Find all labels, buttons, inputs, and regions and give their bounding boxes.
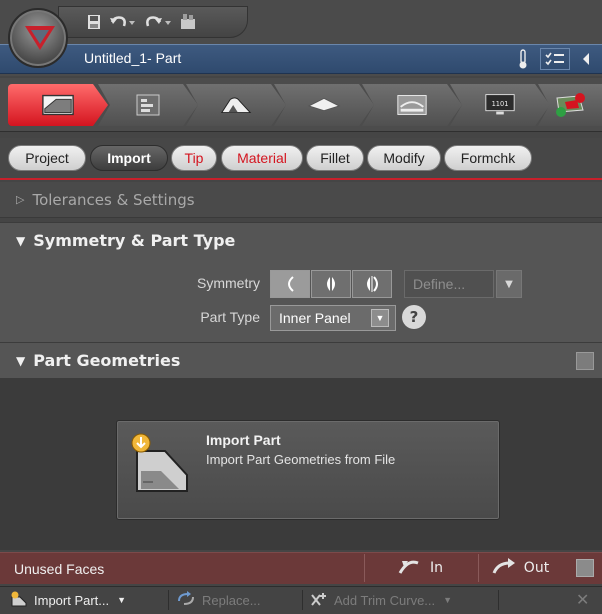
replace-icon <box>176 590 196 610</box>
redo-icon[interactable] <box>145 11 173 33</box>
section-tolerances-label: Tolerances & Settings <box>32 190 195 209</box>
symmetry-mirror-button[interactable] <box>352 270 392 298</box>
tab-import[interactable]: Import <box>90 145 168 171</box>
unused-faces-checkbox[interactable] <box>576 559 594 577</box>
collapse-triangle-icon: ▼ <box>16 353 26 368</box>
in-button[interactable]: In <box>364 554 476 582</box>
part-type-value: Inner Panel <box>279 310 351 326</box>
mirror-shape-icon <box>367 276 378 292</box>
section-geometries-label: Part Geometries <box>33 351 181 370</box>
thermometer-icon[interactable] <box>512 48 534 70</box>
divider <box>302 590 303 610</box>
chevron-down-icon: ▼ <box>117 595 127 605</box>
section-symmetry-label: Symmetry & Part Type <box>33 231 236 250</box>
out-button[interactable]: Out <box>478 554 562 582</box>
out-label: Out <box>523 560 550 576</box>
in-label: In <box>429 560 443 576</box>
simulation-label: 1101 <box>492 100 509 108</box>
define-select[interactable]: Define... <box>404 270 494 298</box>
collapse-left-icon[interactable] <box>576 48 596 70</box>
collapse-triangle-icon: ▼ <box>16 233 26 248</box>
replace-button[interactable]: Replace... <box>176 588 261 612</box>
chevron-down-icon: ▼ <box>371 309 389 327</box>
symmetry-label: Symmetry <box>197 275 260 291</box>
replace-label: Replace... <box>202 592 261 608</box>
tab-formchk[interactable]: Formchk <box>444 145 532 171</box>
trim-curve-icon <box>310 591 328 610</box>
die-face-icon <box>219 93 253 117</box>
divider <box>498 590 499 610</box>
stage-die-face[interactable] <box>186 84 286 126</box>
import-small-icon <box>10 591 28 610</box>
expand-triangle-icon: ▷ <box>16 193 25 206</box>
part-type-select[interactable]: Inner Panel ▼ <box>270 305 396 331</box>
part-setup-icon <box>41 93 75 117</box>
import-part-description: Import Part Geometries from File <box>206 452 396 467</box>
stage-blank[interactable] <box>98 84 198 126</box>
tab-modify[interactable]: Modify <box>367 145 441 171</box>
tab-material[interactable]: Material <box>221 145 303 171</box>
half-shape-icon <box>288 276 294 292</box>
import-part-title: Import Part <box>206 432 281 448</box>
addendum-icon <box>395 93 429 117</box>
simulation-icon: 1101 <box>483 93 517 117</box>
section-tolerances-header[interactable]: ▷ Tolerances & Settings <box>0 182 602 218</box>
checklist-icon[interactable] <box>540 48 570 70</box>
section-geometries-header[interactable]: ▼ Part Geometries <box>0 342 602 378</box>
part-type-label: Part Type <box>200 309 260 325</box>
split-shape-icon <box>327 277 335 291</box>
blank-icon <box>131 93 165 117</box>
stage-simulation[interactable]: 1101 <box>450 84 550 126</box>
divider <box>168 590 169 610</box>
quick-access-toolbar <box>58 6 248 38</box>
stage-addendum[interactable] <box>362 84 462 126</box>
binder-icon <box>307 93 341 117</box>
stage-binder[interactable] <box>274 84 374 126</box>
help-icon[interactable]: ? <box>402 305 426 329</box>
chevron-down-icon[interactable]: ▼ <box>496 270 522 298</box>
window-title: Untitled_1- Part <box>84 50 182 66</box>
arrow-out-icon <box>492 557 516 579</box>
section-toggle-checkbox[interactable] <box>576 352 594 370</box>
import-part-label: Import Part... <box>34 592 110 608</box>
import-part-dropdown[interactable]: Import Part... ▼ <box>10 588 126 612</box>
results-icon <box>553 93 587 117</box>
stage-part-setup[interactable] <box>8 84 108 126</box>
application-menu-button[interactable] <box>8 8 68 68</box>
symmetry-none-button[interactable] <box>270 270 310 298</box>
undo-icon[interactable] <box>109 11 137 33</box>
import-part-button[interactable] <box>116 420 500 520</box>
customize-icon[interactable] <box>179 11 197 33</box>
chevron-down-icon: ▼ <box>443 595 453 605</box>
arrow-in-icon <box>398 557 420 579</box>
unused-faces-label: Unused Faces <box>14 561 105 577</box>
application-window: Untitled_1- Part 1101 Project Import Tip… <box>0 0 602 614</box>
add-trim-curve-label: Add Trim Curve... <box>334 592 436 608</box>
tab-tip[interactable]: Tip <box>171 145 217 171</box>
tab-fillet[interactable]: Fillet <box>306 145 364 171</box>
import-part-icon <box>129 431 193 495</box>
section-symmetry-header[interactable]: ▼ Symmetry & Part Type <box>0 222 602 258</box>
close-icon[interactable]: ✕ <box>576 588 589 612</box>
save-icon[interactable] <box>87 11 101 33</box>
symmetry-split-button[interactable] <box>311 270 351 298</box>
add-trim-curve-dropdown[interactable]: Add Trim Curve... ▼ <box>310 588 452 612</box>
tab-project[interactable]: Project <box>8 145 86 171</box>
